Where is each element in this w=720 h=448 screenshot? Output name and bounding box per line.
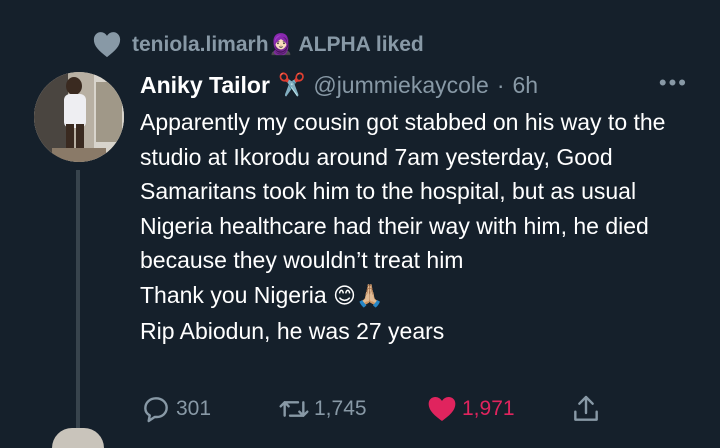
like-button[interactable]: 1,971 bbox=[426, 393, 515, 425]
social-context: teniola.limarh🧕🏻 ALPHA liked bbox=[92, 28, 424, 60]
share-icon bbox=[574, 395, 598, 421]
heart-icon bbox=[93, 32, 121, 58]
heart-filled-icon bbox=[428, 397, 456, 421]
tweet-paragraph: Apparently my cousin got stabbed on his … bbox=[140, 109, 666, 273]
more-icon[interactable]: ••• bbox=[659, 70, 688, 96]
comment-icon bbox=[144, 397, 168, 423]
reply-button[interactable]: 301 bbox=[140, 393, 211, 425]
next-tweet-avatar[interactable] bbox=[52, 428, 104, 448]
retweet-button[interactable]: 1,745 bbox=[278, 393, 367, 425]
tweet-header: Aniky Tailor ✂️ @jummiekaycole · 6h bbox=[140, 68, 538, 102]
context-username[interactable]: teniola.limarh bbox=[132, 33, 269, 56]
share-button[interactable] bbox=[570, 393, 602, 425]
reply-count: 301 bbox=[176, 397, 212, 420]
scissors-icon: ✂️ bbox=[277, 72, 306, 98]
emoji-smile-pray: 😊🙏🏼 bbox=[333, 283, 384, 309]
separator-dot: · bbox=[496, 71, 505, 98]
author-handle[interactable]: @jummiekaycole bbox=[313, 72, 488, 99]
tweet-thanks-line: Thank you Nigeria 😊🙏🏼 bbox=[140, 278, 700, 315]
tweet-time[interactable]: 6h bbox=[512, 72, 538, 99]
thread-line bbox=[76, 170, 80, 435]
tweet-text: Apparently my cousin got stabbed on his … bbox=[140, 105, 700, 349]
retweet-icon bbox=[279, 401, 309, 417]
tweet-rip-line: Rip Abiodun, he was 27 years bbox=[140, 318, 445, 344]
retweet-count: 1,745 bbox=[314, 397, 367, 420]
author-name[interactable]: Aniky Tailor bbox=[140, 72, 270, 99]
author-avatar[interactable] bbox=[34, 72, 124, 162]
context-text[interactable]: teniola.limarh🧕🏻 ALPHA liked bbox=[132, 32, 424, 57]
like-count: 1,971 bbox=[462, 397, 515, 420]
tweet-actions: 301 1,745 1,971 bbox=[140, 392, 610, 426]
context-suffix: ALPHA liked bbox=[298, 32, 424, 56]
tweet-thanks-text: Thank you Nigeria bbox=[140, 281, 327, 308]
context-emoji: 🧕🏻 bbox=[268, 31, 294, 56]
